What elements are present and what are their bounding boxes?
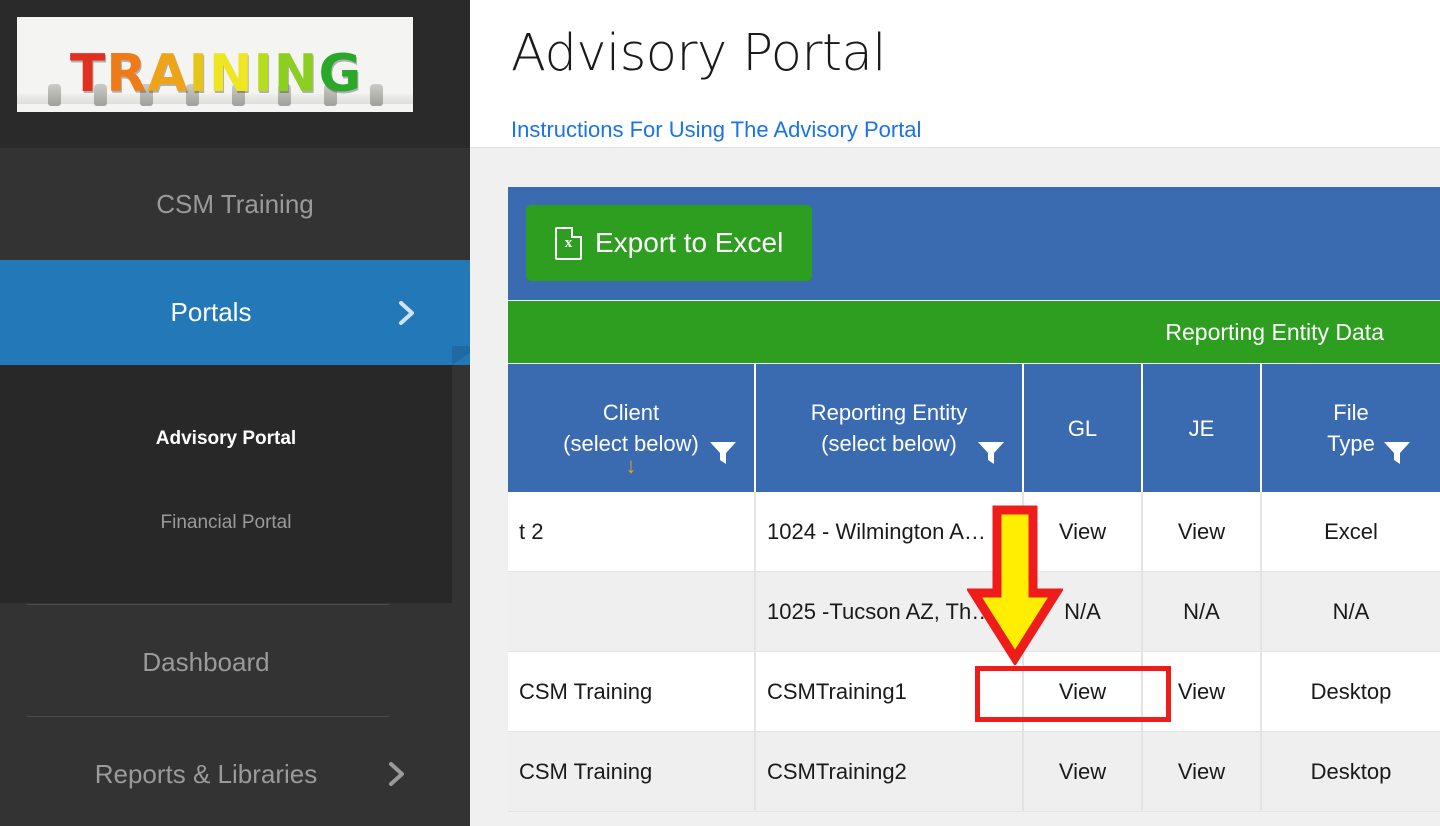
sidebar-item-reports-libraries[interactable]: Reports & Libraries xyxy=(0,718,470,826)
sidebar-item-portals-label: Portals xyxy=(170,297,252,327)
logo-letter: I xyxy=(188,44,208,104)
column-header-je-label: JE xyxy=(1188,415,1215,441)
table-cell-client: t 2 xyxy=(508,492,756,572)
training-logo-image: TRAINING xyxy=(17,17,413,112)
table-cell-je[interactable]: View xyxy=(1143,492,1262,572)
client-line1: Client xyxy=(602,400,660,425)
table-cell-je[interactable]: View xyxy=(1143,652,1262,732)
table-cell-entity: CSMTraining2 xyxy=(756,732,1024,812)
sidebar-item-financial-portal-label: Financial Portal xyxy=(160,512,292,533)
table-cell-file-type: Excel xyxy=(1262,492,1440,572)
table-row[interactable]: 1025 -Tucson AZ, Th… N/A N/A N/A xyxy=(508,572,1440,652)
sidebar: TRAINING CSM Training Portals Advisory P… xyxy=(0,0,480,826)
entity-line2: (select below) xyxy=(821,431,957,456)
table-cell-gl[interactable]: View xyxy=(1024,732,1143,812)
column-header-file-type[interactable]: File Type xyxy=(1262,364,1440,492)
table-cell-entity: 1024 - Wilmington A… xyxy=(756,492,1024,572)
sort-descending-arrow[interactable]: ↓ xyxy=(626,455,637,477)
grid-toolbar: x Export to Excel xyxy=(508,187,1440,300)
table-cell-je[interactable]: N/A xyxy=(1143,572,1262,652)
export-to-excel-button[interactable]: x Export to Excel xyxy=(526,205,813,281)
export-to-excel-label: Export to Excel xyxy=(595,227,784,258)
logo-letter: G xyxy=(318,44,361,104)
page-title: Advisory Portal xyxy=(511,24,886,83)
column-header-file-type-label: File Type xyxy=(1327,397,1375,459)
grid-body: t 2 1024 - Wilmington A… View View Excel 1025… xyxy=(508,492,1440,812)
sidebar-item-reports-libraries-label: Reports & Libraries xyxy=(94,758,318,789)
table-cell-client: CSM Training xyxy=(508,652,756,732)
sidebar-item-portals[interactable]: Portals xyxy=(0,260,480,365)
column-header-reporting-entity-label: Reporting Entity (select below) xyxy=(811,397,968,459)
table-cell-file-type: Desktop xyxy=(1262,652,1440,732)
table-cell-gl[interactable]: N/A xyxy=(1024,572,1143,652)
logo-letter: R xyxy=(106,44,146,104)
reporting-entity-data-label: Reporting Entity Data xyxy=(1165,318,1384,345)
sidebar-submenu: Advisory Portal Financial Portal xyxy=(0,365,452,603)
column-header-gl[interactable]: GL xyxy=(1024,364,1143,492)
table-cell-gl[interactable]: View xyxy=(1024,652,1143,732)
sidebar-item-advisory-portal-label: Advisory Portal xyxy=(155,428,297,449)
table-cell-file-type: Desktop xyxy=(1262,732,1440,812)
column-header-client-label: Client (select below) xyxy=(563,397,699,459)
ftype-line2: Type xyxy=(1327,431,1375,456)
table-cell-entity: CSMTraining1 xyxy=(756,652,1024,732)
table-row[interactable]: CSM Training CSMTraining2 View View Desktop xyxy=(508,732,1440,812)
sidebar-item-dashboard-label: Dashboard xyxy=(142,646,270,677)
excel-file-icon: x xyxy=(555,226,582,260)
table-cell-je[interactable]: View xyxy=(1143,732,1262,812)
instructions-link[interactable]: Instructions For Using The Advisory Port… xyxy=(511,117,921,143)
sidebar-title: CSM Training xyxy=(156,188,314,219)
filter-funnel-icon[interactable] xyxy=(976,440,1006,471)
logo-letter: N xyxy=(209,44,253,104)
logo-letter: T xyxy=(69,44,105,104)
sidebar-item-dashboard[interactable]: Dashboard xyxy=(0,606,470,718)
logo-letter: I xyxy=(253,44,273,104)
filter-funnel-icon[interactable] xyxy=(1382,440,1412,471)
data-grid: Client (select below) ↓ Reporting Entity… xyxy=(508,364,1440,826)
logo-block: TRAINING xyxy=(0,0,470,148)
grid-header-row: Client (select below) ↓ Reporting Entity… xyxy=(508,364,1440,492)
table-cell-client xyxy=(508,572,756,652)
reporting-entity-data-band: Reporting Entity Data xyxy=(508,301,1440,363)
filter-funnel-icon[interactable] xyxy=(708,440,738,471)
column-header-je[interactable]: JE xyxy=(1143,364,1262,492)
main-content: Advisory Portal Instructions For Using T… xyxy=(470,0,1440,826)
page-header: Advisory Portal Instructions For Using T… xyxy=(470,0,1440,148)
table-cell-gl[interactable]: View xyxy=(1024,492,1143,572)
logo-letter: A xyxy=(147,44,187,104)
logo-letters: TRAINING xyxy=(69,44,361,104)
chevron-right-icon xyxy=(394,300,480,326)
table-cell-file-type: N/A xyxy=(1262,572,1440,652)
column-header-gl-label: GL xyxy=(1067,415,1098,441)
chevron-right-icon xyxy=(384,761,470,787)
sidebar-divider xyxy=(27,716,389,717)
sidebar-item-financial-portal[interactable]: Financial Portal xyxy=(0,492,452,554)
entity-line1: Reporting Entity xyxy=(810,400,968,425)
table-row[interactable]: CSM Training CSMTraining1 View View Desktop xyxy=(508,652,1440,732)
table-cell-client: CSM Training xyxy=(508,732,756,812)
logo-letter: N xyxy=(273,44,318,104)
sidebar-item-advisory-portal[interactable]: Advisory Portal xyxy=(0,408,452,470)
sidebar-divider xyxy=(27,604,389,605)
table-row[interactable]: t 2 1024 - Wilmington A… View View Excel xyxy=(508,492,1440,572)
column-header-reporting-entity[interactable]: Reporting Entity (select below) xyxy=(756,364,1024,492)
table-cell-entity: 1025 -Tucson AZ, Th… xyxy=(756,572,1024,652)
column-header-client[interactable]: Client (select below) ↓ xyxy=(508,364,756,492)
ftype-line1: File xyxy=(1333,400,1369,425)
app-root: TRAINING CSM Training Portals Advisory P… xyxy=(0,0,1440,826)
